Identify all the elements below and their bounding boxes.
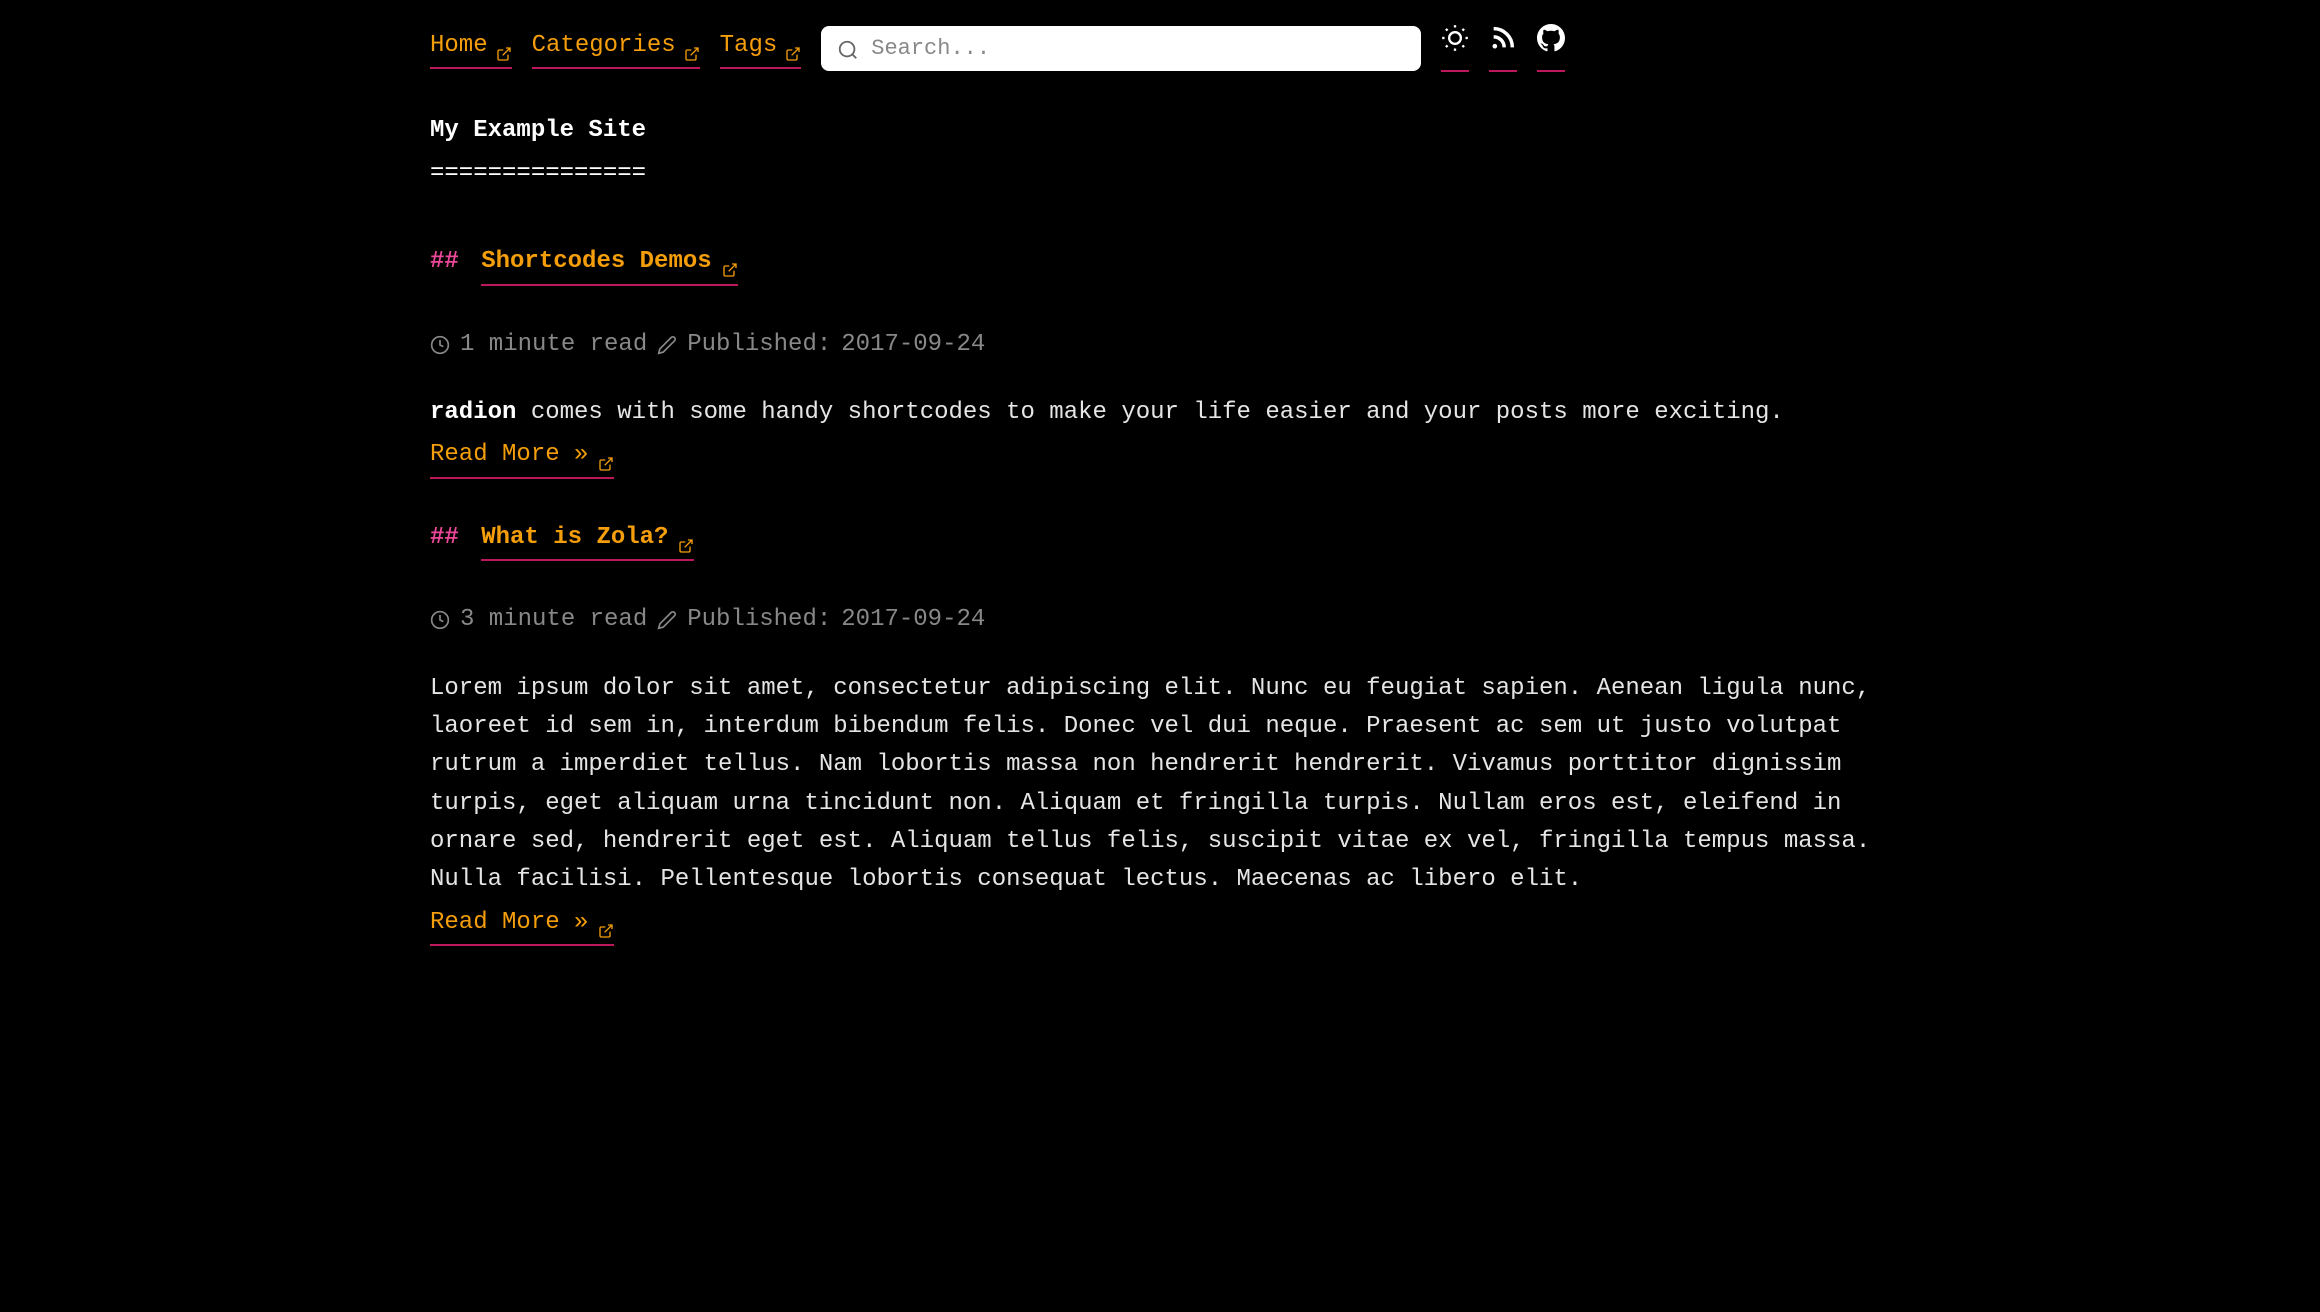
published-label: Published: (687, 326, 831, 364)
post-heading: ## Shortcodes Demos (430, 243, 1890, 285)
published-date: 2017-09-24 (841, 326, 985, 364)
title-underline: =============== (430, 155, 1890, 193)
post-meta: 3 minute read Published: 2017-09-24 (430, 601, 1890, 639)
read-more-link[interactable]: Read More » (430, 436, 614, 478)
excerpt-text: comes with some handy shortcodes to make… (516, 399, 1783, 426)
github-button[interactable] (1537, 24, 1565, 72)
read-time: 3 minute read (460, 601, 647, 639)
external-link-icon (722, 254, 738, 270)
nav-link-tags[interactable]: Tags (720, 27, 802, 69)
nav-link-categories[interactable]: Categories (532, 27, 700, 69)
post: ## Shortcodes Demos 1 minute read Publis… (430, 243, 1890, 479)
hash-prefix: ## (430, 248, 459, 275)
post: ## What is Zola? 3 minute read Published… (430, 519, 1890, 947)
nav-link-label: Home (430, 27, 488, 65)
rss-button[interactable] (1489, 24, 1517, 72)
post-title: Shortcodes Demos (481, 243, 711, 281)
post-title-link[interactable]: What is Zola? (481, 519, 694, 561)
pencil-icon (657, 610, 677, 630)
external-link-icon (598, 915, 614, 931)
external-link-icon (678, 530, 694, 546)
post-excerpt: Lorem ipsum dolor sit amet, consectetur … (430, 670, 1890, 900)
external-link-icon (496, 38, 512, 54)
clock-icon (430, 610, 450, 630)
search-icon (837, 37, 859, 59)
icon-buttons (1441, 24, 1565, 72)
post-title: What is Zola? (481, 519, 668, 557)
read-more-label: Read More » (430, 904, 588, 942)
nav-link-label: Tags (720, 27, 778, 65)
read-more-label: Read More » (430, 436, 588, 474)
external-link-icon (598, 448, 614, 464)
external-link-icon (785, 38, 801, 54)
pencil-icon (657, 335, 677, 355)
post-title-link[interactable]: Shortcodes Demos (481, 243, 737, 285)
read-more-link[interactable]: Read More » (430, 904, 614, 946)
site-title: My Example Site (430, 112, 1890, 150)
sun-icon (1441, 24, 1469, 66)
published-label: Published: (687, 601, 831, 639)
nav-link-home[interactable]: Home (430, 27, 512, 69)
nav-link-label: Categories (532, 27, 676, 65)
rss-icon (1489, 24, 1517, 66)
post-excerpt: radion comes with some handy shortcodes … (430, 394, 1890, 432)
read-time: 1 minute read (460, 326, 647, 364)
theme-toggle-button[interactable] (1441, 24, 1469, 72)
search-box[interactable] (821, 26, 1421, 71)
nav-links: Home Categories Tags (430, 27, 801, 69)
hash-prefix: ## (430, 524, 459, 551)
post-heading: ## What is Zola? (430, 519, 1890, 561)
external-link-icon (684, 38, 700, 54)
clock-icon (430, 335, 450, 355)
search-input[interactable] (871, 36, 1405, 61)
published-date: 2017-09-24 (841, 601, 985, 639)
github-icon (1537, 24, 1565, 66)
header: Home Categories Tags (430, 24, 1890, 72)
excerpt-bold: radion (430, 399, 516, 426)
post-meta: 1 minute read Published: 2017-09-24 (430, 326, 1890, 364)
